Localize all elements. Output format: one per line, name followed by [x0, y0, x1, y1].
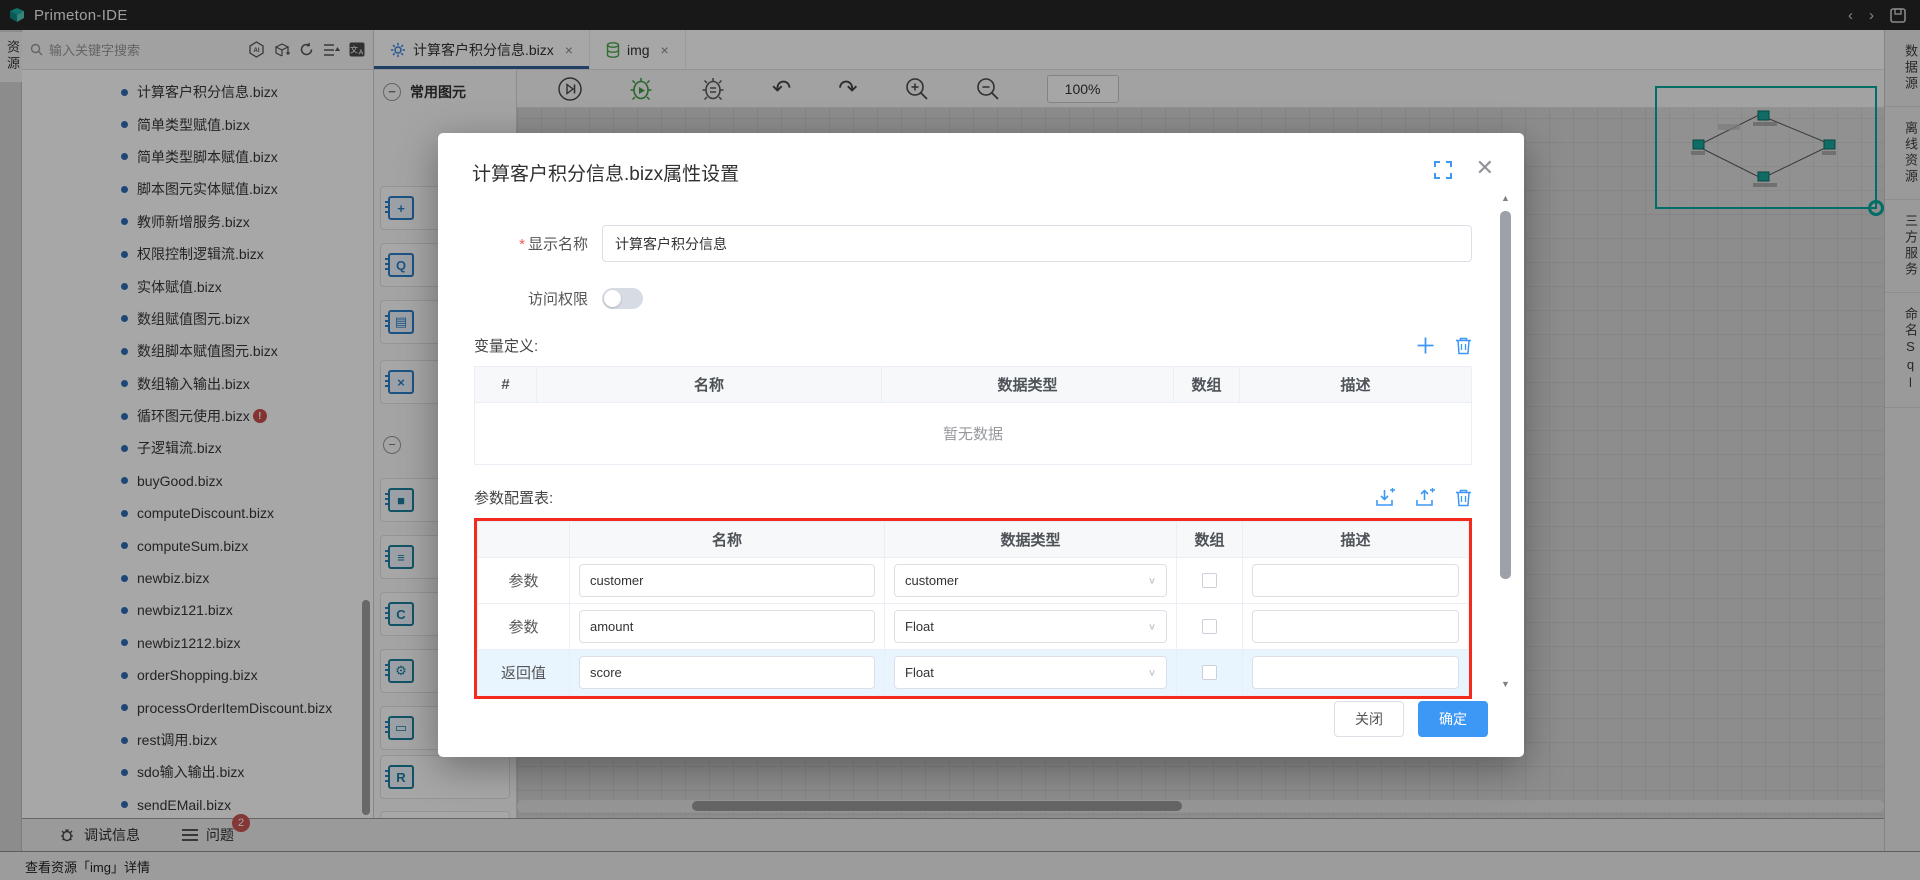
chevron-down-icon: ∨ [1148, 575, 1156, 585]
params-table: 名称 数据类型 数组 描述 参数 customer ∨ 参数 Float ∨ 返回值 Floa… [477, 521, 1469, 696]
properties-dialog: 计算客户积分信息.bizx属性设置 ✕ *显示名称 访问权限 变量定义: [438, 133, 1524, 757]
variables-table: # 名称 数据类型 数组 描述 暂无数据 [474, 366, 1472, 465]
confirm-button[interactable]: 确定 [1418, 701, 1488, 737]
params-table-row[interactable]: 参数 Float ∨ [478, 604, 1469, 650]
param-desc-input[interactable] [1252, 564, 1459, 597]
params-section-label: 参数配置表: [474, 487, 553, 508]
param-name-input[interactable] [579, 564, 875, 597]
col-header: 数据类型 [885, 522, 1177, 558]
param-name-input[interactable] [579, 610, 875, 643]
col-header: 描述 [1240, 367, 1472, 403]
app-window: Primeton-IDE ‹ › 资源 输入关键字搜索 [0, 0, 1920, 880]
col-header: # [475, 367, 537, 403]
scroll-down-icon[interactable]: ▼ [1499, 679, 1512, 689]
close-button[interactable]: 关闭 [1334, 701, 1404, 737]
dialog-scrollbar-thumb[interactable] [1500, 211, 1511, 579]
fullscreen-icon[interactable] [1434, 161, 1452, 179]
params-table-row[interactable]: 返回值 Float ∨ [478, 650, 1469, 696]
required-star: * [519, 236, 525, 253]
param-datatype-select[interactable]: customer ∨ [894, 564, 1167, 597]
export-params-icon[interactable] [1415, 488, 1435, 508]
variables-section-label: 变量定义: [474, 335, 538, 356]
param-array-checkbox[interactable] [1202, 665, 1217, 680]
delete-variable-icon[interactable] [1455, 336, 1472, 355]
param-datatype-select[interactable]: Float ∨ [894, 610, 1167, 643]
display-name-label: *显示名称 [474, 233, 602, 254]
dialog-scrollbar[interactable]: ▲ ▼ [1499, 193, 1512, 689]
col-header: 名称 [570, 522, 885, 558]
param-type-label: 参数 [478, 604, 570, 650]
param-desc-input[interactable] [1252, 610, 1459, 643]
access-label: 访问权限 [474, 288, 602, 309]
param-datatype-select[interactable]: Float ∨ [894, 656, 1167, 689]
param-type-label: 返回值 [478, 650, 570, 696]
dialog-title: 计算客户积分信息.bizx属性设置 [472, 159, 739, 186]
delete-params-icon[interactable] [1455, 488, 1472, 507]
col-header: 数据类型 [882, 367, 1174, 403]
col-header [478, 522, 570, 558]
import-params-icon[interactable] [1375, 488, 1395, 508]
col-header: 数组 [1174, 367, 1240, 403]
param-type-label: 参数 [478, 558, 570, 604]
col-header: 数组 [1177, 522, 1243, 558]
params-table-row[interactable]: 参数 customer ∨ [478, 558, 1469, 604]
selected-datatype: Float [905, 665, 934, 680]
access-toggle[interactable] [602, 288, 643, 309]
chevron-down-icon: ∨ [1148, 621, 1156, 631]
add-variable-icon[interactable] [1416, 336, 1435, 355]
scroll-up-icon[interactable]: ▲ [1499, 193, 1512, 203]
params-table-highlight: 名称 数据类型 数组 描述 参数 customer ∨ 参数 Float ∨ 返回值 Floa… [474, 518, 1472, 699]
selected-datatype: Float [905, 619, 934, 634]
param-array-checkbox[interactable] [1202, 573, 1217, 588]
col-header: 名称 [537, 367, 882, 403]
param-name-input[interactable] [579, 656, 875, 689]
empty-data-text: 暂无数据 [475, 403, 1472, 465]
param-desc-input[interactable] [1252, 656, 1459, 689]
display-name-input[interactable] [602, 225, 1472, 262]
col-header: 描述 [1243, 522, 1469, 558]
param-array-checkbox[interactable] [1202, 619, 1217, 634]
chevron-down-icon: ∨ [1148, 667, 1156, 677]
close-icon[interactable]: ✕ [1476, 155, 1494, 181]
selected-datatype: customer [905, 573, 958, 588]
